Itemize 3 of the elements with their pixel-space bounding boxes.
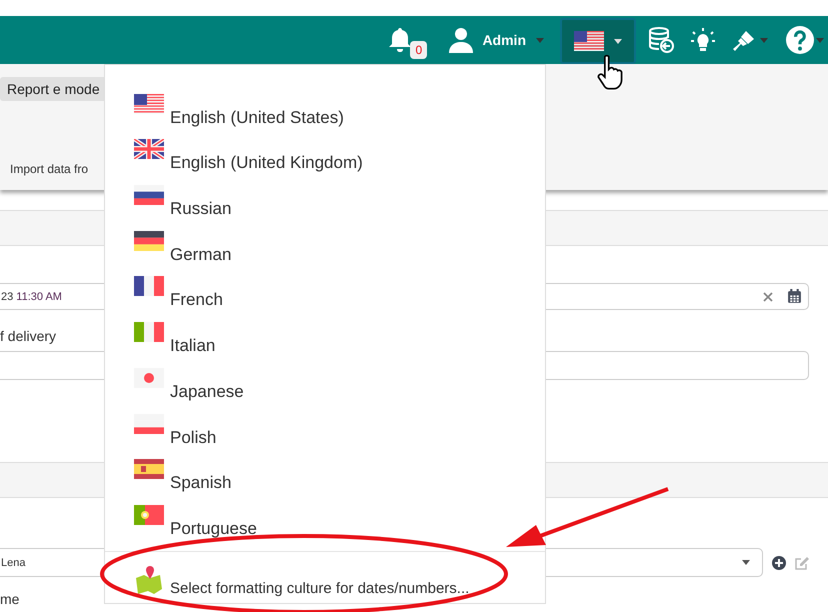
field-label: me	[0, 591, 20, 607]
notification-count: 0	[410, 41, 428, 59]
field-label: f delivery	[0, 328, 56, 344]
